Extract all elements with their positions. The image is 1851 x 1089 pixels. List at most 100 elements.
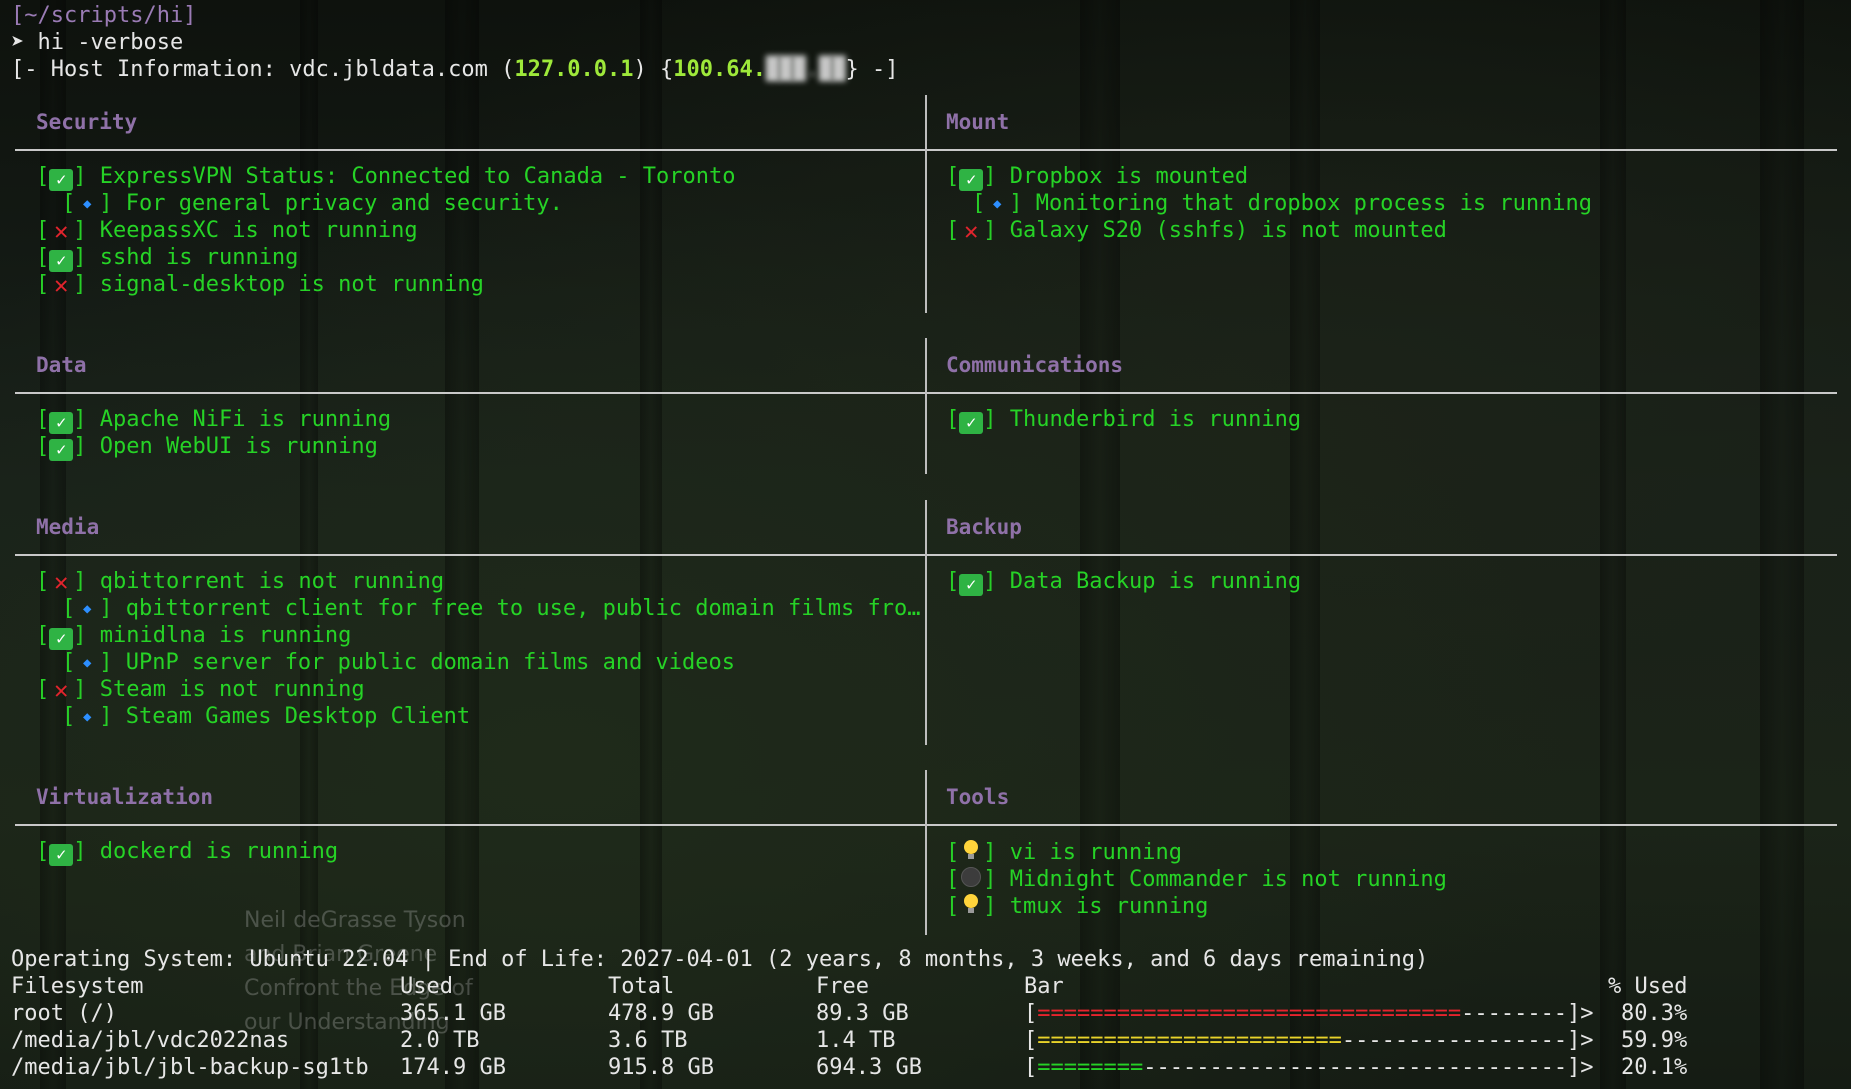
fs-pct: 80.3%	[1621, 1001, 1688, 1026]
check-icon: ✓	[49, 169, 74, 191]
status-detail: [◆] For general privacy and security.	[62, 191, 563, 216]
check-icon: ✓	[49, 250, 74, 272]
overlay-line: Neil deGrasse Tyson	[244, 908, 466, 933]
os-info-line: Operating System: Ubuntu 22.04 | End of …	[11, 947, 1429, 972]
section-divider	[927, 554, 1837, 556]
diamond-icon: ◆	[83, 709, 92, 725]
status-text: KeepassXC is not running	[99, 218, 418, 243]
column-header: Used	[400, 974, 453, 999]
host-prefix: [- Host Information: vdc.jbldata.com (	[11, 57, 515, 82]
fs-pct: 59.9%	[1621, 1028, 1688, 1053]
fs-name: /media/jbl/jbl-backup-sg1tb	[11, 1055, 369, 1080]
status-item: [✓] dockerd is running	[36, 839, 339, 866]
status-text: Dropbox is mounted	[1009, 164, 1249, 189]
cross-icon: ✕	[54, 217, 69, 245]
check-icon: ✓	[49, 439, 74, 461]
section-divider	[927, 392, 1837, 394]
check-icon: ✓	[959, 169, 984, 191]
section-divider	[15, 392, 925, 394]
status-item: [✕] Steam is not running	[36, 676, 365, 704]
fs-used: 365.1 GB	[400, 1001, 506, 1026]
status-text: qbittorrent is not running	[99, 569, 445, 594]
section-divider	[927, 824, 1837, 826]
section-title-mount: Mount	[946, 110, 1010, 134]
status-text: dockerd is running	[99, 839, 339, 864]
status-item: [✓] ExpressVPN Status: Connected to Cana…	[36, 164, 736, 191]
status-item: [✓] Open WebUI is running	[36, 434, 378, 461]
status-item: [] vi is running	[946, 839, 1182, 865]
usage-bar: [=======================----------------…	[1024, 1028, 1594, 1053]
diamond-icon: ◆	[993, 196, 1002, 212]
inactive-circle-icon	[959, 866, 983, 888]
status-item: [✓] Data Backup is running	[946, 569, 1302, 596]
section-title-tools: Tools	[946, 785, 1010, 809]
status-item: [] Midnight Commander is not running	[946, 866, 1447, 892]
status-text: Galaxy S20 (sshfs) is not mounted	[1009, 218, 1447, 243]
status-text: minidlna is running	[99, 623, 352, 648]
column-header: Bar	[1024, 974, 1064, 999]
fs-total: 915.8 GB	[608, 1055, 714, 1080]
fs-used: 2.0 TB	[400, 1028, 480, 1053]
lightbulb-icon	[959, 839, 983, 861]
diamond-icon: ◆	[83, 601, 92, 617]
host-suffix: } -]	[845, 57, 899, 82]
section-title-media: Media	[36, 515, 100, 539]
cross-icon: ✕	[54, 676, 69, 704]
check-icon: ✓	[959, 574, 984, 596]
column-divider	[925, 338, 927, 474]
host-ip2: 100.64.	[673, 57, 767, 82]
status-detail: [◆] qbittorrent client for free to use, …	[62, 596, 921, 621]
fs-name: root (/)	[11, 1001, 117, 1026]
status-text: vi is running	[1009, 840, 1182, 865]
status-text: tmux is running	[1009, 894, 1209, 919]
status-item: [] tmux is running	[946, 894, 1209, 919]
redacted-ip: ███.██	[766, 57, 846, 82]
host-ip: 127.0.0.1	[514, 57, 634, 82]
fs-total: 478.9 GB	[608, 1001, 714, 1026]
status-detail: [◆] UPnP server for public domain films …	[62, 650, 736, 675]
detail-text: qbittorrent client for free to use, publ…	[125, 596, 921, 621]
status-text: Thunderbird is running	[1009, 407, 1302, 432]
section-title-data: Data	[36, 353, 87, 377]
status-item: [✕] qbittorrent is not running	[36, 568, 445, 596]
detail-text: Steam Games Desktop Client	[125, 704, 471, 729]
status-text: Data Backup is running	[1009, 569, 1302, 594]
status-detail: [◆] Monitoring that dropbox process is r…	[972, 191, 1593, 216]
column-divider	[925, 770, 927, 935]
check-icon: ✓	[49, 844, 74, 866]
host-mid: ) {	[633, 57, 674, 82]
column-header: Filesystem	[11, 974, 144, 999]
cross-icon: ✕	[54, 568, 69, 596]
check-icon: ✓	[959, 412, 984, 434]
status-item: [✕] KeepassXC is not running	[36, 217, 418, 245]
detail-text: UPnP server for public domain films and …	[125, 650, 736, 675]
prompt-icon: ➤	[11, 30, 25, 55]
section-divider	[927, 149, 1837, 151]
fs-used: 174.9 GB	[400, 1055, 506, 1080]
detail-text: For general privacy and security.	[125, 191, 563, 216]
status-text: ExpressVPN Status: Connected to Canada -…	[99, 164, 736, 189]
column-divider	[925, 500, 927, 745]
status-text: Open WebUI is running	[99, 434, 378, 459]
section-divider	[15, 824, 925, 826]
section-title-backup: Backup	[946, 515, 1022, 539]
section-title-virtualization: Virtualization	[36, 785, 214, 809]
status-item: [✓] Apache NiFi is running	[36, 407, 392, 434]
fs-name: /media/jbl/vdc2022nas	[11, 1028, 290, 1053]
status-text: Midnight Commander is not running	[1009, 867, 1447, 892]
section-divider	[15, 149, 925, 151]
diamond-icon: ◆	[83, 196, 92, 212]
command-line: ➤ hi -verbose	[11, 30, 183, 56]
column-header: Free	[816, 974, 869, 999]
status-item: [✓] Thunderbird is running	[946, 407, 1302, 434]
section-title-security: Security	[36, 110, 138, 134]
status-item: [✕] Galaxy S20 (sshfs) is not mounted	[946, 217, 1447, 245]
cross-icon: ✕	[54, 271, 69, 299]
section-title-communications: Communications	[946, 353, 1124, 377]
status-item: [✓] minidlna is running	[36, 623, 352, 650]
section-divider	[15, 554, 925, 556]
status-item: [✕] signal-desktop is not running	[36, 271, 484, 299]
status-text: sshd is running	[99, 245, 299, 270]
status-detail: [◆] Steam Games Desktop Client	[62, 704, 471, 729]
fs-total: 3.6 TB	[608, 1028, 688, 1053]
